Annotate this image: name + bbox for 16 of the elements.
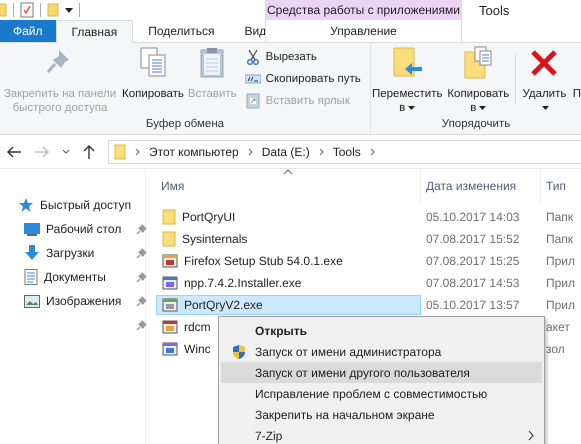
- type-cell-text: Прил: [545, 254, 576, 268]
- type-cell-text: Папк: [545, 232, 574, 246]
- date-cell-text: 07.08.2017 15:52: [425, 232, 520, 246]
- type-cell-text: Папк: [545, 210, 574, 224]
- type-cell-text: зол: [545, 342, 565, 356]
- date-cell-text: 05.10.2017 13:57: [425, 298, 520, 312]
- context-tab-header: Средства работы с приложениями: [265, 0, 462, 20]
- group-label: Упорядочить: [440, 118, 512, 132]
- type-cell-text: акет: [545, 320, 570, 334]
- type-cell-text: Прил: [545, 298, 576, 312]
- date-cell-text: 07.08.2017 15:25: [425, 254, 520, 268]
- window-title: Tools: [478, 2, 510, 20]
- type-cell-text: Прил: [545, 276, 576, 290]
- date-cell-text: 07.08.2017 14:53: [425, 276, 520, 290]
- date-cell-text: 05.10.2017 14:03: [425, 210, 520, 224]
- group-label: Буфер обмена: [144, 118, 226, 132]
